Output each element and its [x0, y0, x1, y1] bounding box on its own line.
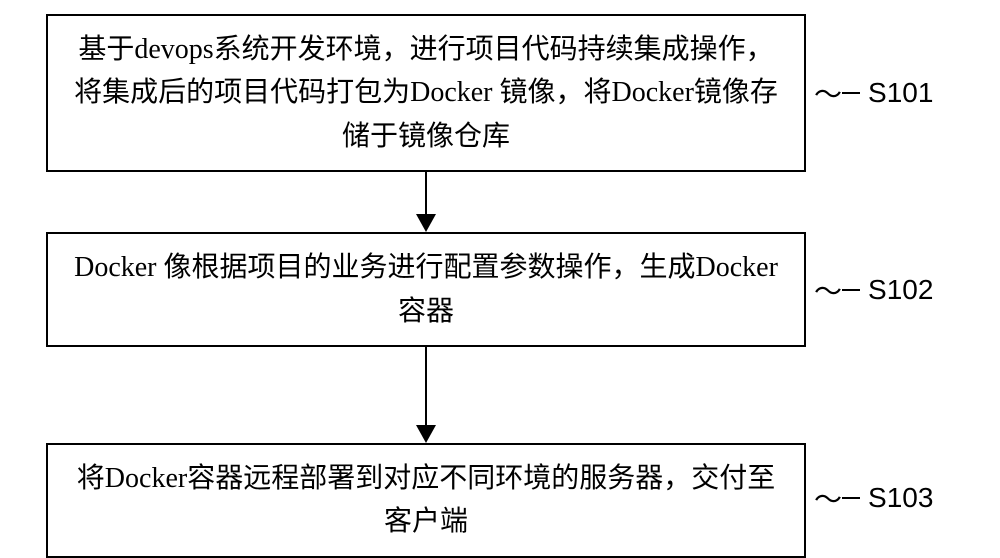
step-row-2: Docker 像根据项目的业务进行配置参数操作，生成Docker容器 〜 S10…	[46, 232, 954, 347]
step-box-1: 基于devops系统开发环境，进行项目代码持续集成操作，将集成后的项目代码打包为…	[46, 14, 806, 172]
connector-dash-icon	[842, 92, 860, 94]
step-text-2: Docker 像根据项目的业务进行配置参数操作，生成Docker容器	[68, 246, 784, 333]
connector-dash-icon	[842, 497, 860, 499]
arrow-down-icon	[416, 347, 436, 443]
connector-tilde-icon: 〜	[814, 270, 838, 310]
label-connector-3: 〜 S103	[814, 478, 933, 518]
step-row-1: 基于devops系统开发环境，进行项目代码持续集成操作，将集成后的项目代码打包为…	[46, 14, 954, 172]
step-row-3: 将Docker容器远程部署到对应不同环境的服务器，交付至客户端 〜 S103	[46, 443, 954, 558]
step-label-1: S101	[868, 77, 933, 109]
step-text-3: 将Docker容器远程部署到对应不同环境的服务器，交付至客户端	[68, 457, 784, 544]
arrow-wrap-2	[46, 347, 806, 443]
flowchart: 基于devops系统开发环境，进行项目代码持续集成操作，将集成后的项目代码打包为…	[46, 14, 954, 558]
step-text-1: 基于devops系统开发环境，进行项目代码持续集成操作，将集成后的项目代码打包为…	[68, 28, 784, 158]
arrow-down-icon	[416, 172, 436, 232]
label-connector-2: 〜 S102	[814, 270, 933, 310]
label-connector-1: 〜 S101	[814, 73, 933, 113]
step-label-2: S102	[868, 274, 933, 306]
step-label-3: S103	[868, 482, 933, 514]
connector-tilde-icon: 〜	[814, 73, 838, 113]
connector-tilde-icon: 〜	[814, 478, 838, 518]
connector-dash-icon	[842, 289, 860, 291]
step-box-3: 将Docker容器远程部署到对应不同环境的服务器，交付至客户端	[46, 443, 806, 558]
step-box-2: Docker 像根据项目的业务进行配置参数操作，生成Docker容器	[46, 232, 806, 347]
arrow-wrap-1	[46, 172, 806, 232]
